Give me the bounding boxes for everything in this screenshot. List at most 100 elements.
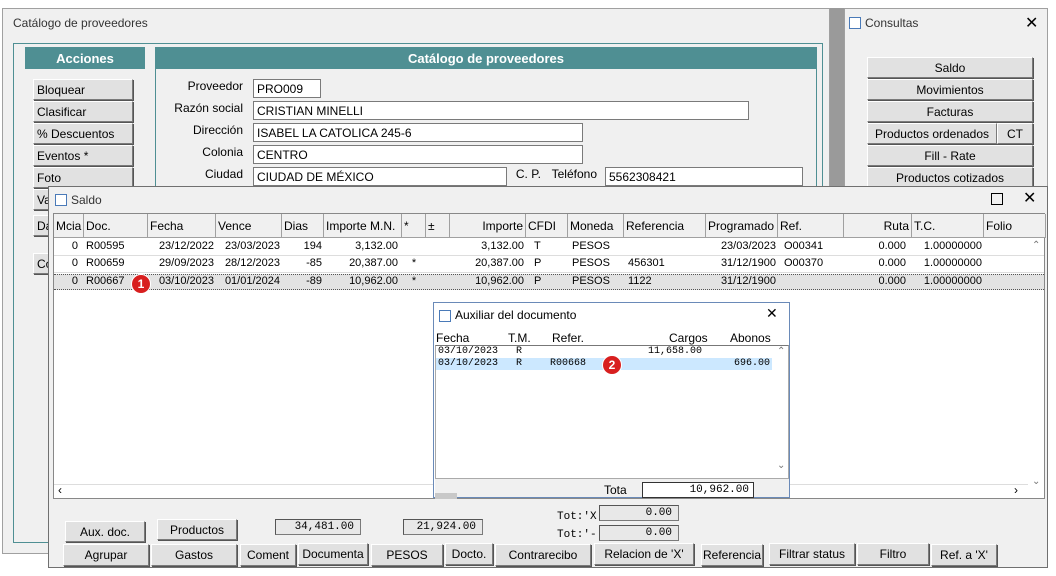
productos-button[interactable]: Productos xyxy=(157,519,237,540)
aux-row[interactable]: 03/10/2023 R 11,658.00 xyxy=(436,346,772,358)
consultas-title: Consultas xyxy=(865,16,919,30)
productos-ordenados-button[interactable]: Productos ordenados xyxy=(867,123,997,144)
aux-total-field: 10,962.00 xyxy=(642,482,754,498)
row-programado: 31/12/1900 xyxy=(720,257,776,269)
window-scrollbar[interactable] xyxy=(830,8,844,188)
col-header-dias[interactable]: Dias xyxy=(282,214,324,238)
col-header-moneda[interactable]: Moneda xyxy=(568,214,624,238)
col-header-referencia[interactable]: Referencia xyxy=(624,214,706,238)
aux-scroll-up-icon[interactable]: ⌃ xyxy=(777,346,785,357)
col-header-vence[interactable]: Vence xyxy=(216,214,282,238)
row-tc: 1.00000000 xyxy=(923,275,982,287)
action-foto-button[interactable]: Foto xyxy=(33,167,133,188)
filtrar-status-button[interactable]: Filtrar status xyxy=(769,543,855,565)
ciudad-field[interactable]: CIUDAD DE MÉXICO xyxy=(253,167,507,186)
aux-col-refer[interactable]: Refer. xyxy=(552,331,584,345)
proveedor-field[interactable]: PRO009 xyxy=(253,79,321,98)
aux-row-abonos: 696.00 xyxy=(733,358,770,369)
row-star: * xyxy=(411,257,417,269)
maximize-icon[interactable] xyxy=(991,193,1003,205)
col-header-ref[interactable]: Ref. xyxy=(778,214,844,238)
action-clasificar-button[interactable]: Clasificar xyxy=(33,101,133,122)
row-doc: R00659 xyxy=(86,257,125,269)
aux-row-fecha: 03/10/2023 xyxy=(438,358,499,369)
aux-doc-button[interactable]: Aux. doc. xyxy=(65,521,145,542)
col-header-importe-mn[interactable]: Importe M.N. xyxy=(324,214,402,238)
aux-vertical-scrollbar[interactable]: ⌃ ⌄ xyxy=(774,346,788,478)
row-tc: 1.00000000 xyxy=(923,240,982,252)
scroll-down-icon[interactable]: ⌄ xyxy=(1032,476,1040,487)
row-vence: 28/12/2023 xyxy=(224,257,280,269)
consultas-close-icon[interactable]: ✕ xyxy=(1025,13,1038,33)
col-header-plusminus[interactable]: ± xyxy=(426,214,450,238)
aux-col-cargos[interactable]: Cargos xyxy=(669,331,708,345)
table-row[interactable]: 0 R00595 23/12/2022 23/03/2023 194 3,132… xyxy=(54,240,1044,256)
col-header-programado[interactable]: Programado xyxy=(706,214,778,238)
ref-a-x-button[interactable]: Ref. a 'X' xyxy=(931,544,997,566)
pesos-button[interactable]: PESOS xyxy=(371,544,443,566)
table-row-selected[interactable]: 0 R00667 03/10/2023 01/01/2024 -89 10,96… xyxy=(54,274,1044,290)
scroll-up-icon[interactable]: ⌃ xyxy=(1032,240,1040,251)
colonia-field[interactable]: CENTRO xyxy=(253,145,583,164)
auxiliar-close-icon[interactable]: ✕ xyxy=(766,305,778,322)
movimientos-button[interactable]: Movimientos xyxy=(867,79,1033,100)
agrupar-button[interactable]: Agrupar xyxy=(63,544,149,566)
contrarecibo-button[interactable]: Contrarecibo xyxy=(495,544,591,566)
col-header-doc[interactable]: Doc. xyxy=(84,214,148,238)
aux-col-fecha[interactable]: Fecha xyxy=(436,331,469,345)
relacion-de-x-button[interactable]: Relacion de 'X' xyxy=(594,543,694,565)
action-descuentos-button[interactable]: % Descuentos xyxy=(33,123,133,144)
ct-button[interactable]: CT xyxy=(997,123,1033,144)
col-header-fecha[interactable]: Fecha xyxy=(148,214,216,238)
action-eventos-button[interactable]: Eventos * xyxy=(33,145,133,166)
annotation-badge-1: 1 xyxy=(131,274,151,294)
action-bloquear-button[interactable]: Bloquear xyxy=(33,79,133,100)
col-header-cfdi[interactable]: CFDI xyxy=(526,214,568,238)
row-referencia: 1122 xyxy=(628,275,652,287)
consultas-window-icon xyxy=(849,17,861,29)
referencia-button[interactable]: Referencia xyxy=(701,544,763,566)
row-ruta: 0.000 xyxy=(878,257,906,269)
row-programado: 23/03/2023 xyxy=(720,240,776,252)
scroll-right-icon[interactable]: › xyxy=(1014,483,1018,497)
acciones-header: Acciones xyxy=(25,47,145,69)
razon-social-field[interactable]: CRISTIAN MINELLI xyxy=(253,101,749,120)
col-header-importe[interactable]: Importe xyxy=(450,214,526,238)
gastos-button[interactable]: Gastos xyxy=(151,544,237,566)
col-header-tc[interactable]: T.C. xyxy=(912,214,984,238)
col-header-ruta[interactable]: Ruta xyxy=(844,214,912,238)
row-importe: 20,387.00 xyxy=(475,257,524,269)
row-cfdi: P xyxy=(534,257,542,269)
documenta-button[interactable]: Documenta xyxy=(298,543,368,565)
row-fecha: 03/10/2023 xyxy=(158,275,214,287)
col-header-mcia[interactable]: Mcia xyxy=(54,214,84,238)
facturas-button[interactable]: Facturas xyxy=(867,101,1033,122)
tot-minus-label: Tot:'- xyxy=(557,529,597,541)
vertical-scrollbar[interactable]: ⌃ ⌄ xyxy=(1028,240,1044,496)
colonia-label: Colonia xyxy=(202,145,243,159)
docto-button[interactable]: Docto. xyxy=(445,543,493,565)
telefono-field[interactable]: 5562308421 xyxy=(605,167,803,186)
row-importe-mn: 20,387.00 xyxy=(349,257,398,269)
aux-row-tm: R xyxy=(516,346,523,357)
aux-scroll-down-icon[interactable]: ⌄ xyxy=(777,460,785,471)
scroll-left-icon[interactable]: ‹ xyxy=(58,483,62,497)
auxiliar-window-icon xyxy=(439,310,451,322)
col-header-folio[interactable]: Folio xyxy=(984,214,1046,238)
aux-col-tm[interactable]: T.M. xyxy=(508,331,531,345)
saldo-close-icon[interactable]: ✕ xyxy=(1023,188,1036,208)
table-row[interactable]: 0 R00659 29/09/2023 28/12/2023 -85 20,38… xyxy=(54,257,1044,273)
row-mcia: 0 xyxy=(71,257,78,269)
filtro-button[interactable]: Filtro xyxy=(857,543,929,565)
row-importe-mn: 3,132.00 xyxy=(355,240,398,252)
coment-button[interactable]: Coment xyxy=(240,544,296,566)
saldo-button[interactable]: Saldo xyxy=(867,57,1033,78)
aux-col-abonos[interactable]: Abonos xyxy=(730,331,771,345)
fill-rate-button[interactable]: Fill - Rate xyxy=(867,145,1033,166)
ciudad-label: Ciudad xyxy=(204,167,243,181)
col-header-star[interactable]: * xyxy=(402,214,426,238)
productos-cotizados-button[interactable]: Productos cotizados xyxy=(867,167,1033,188)
tot-x-field: 0.00 xyxy=(599,505,679,521)
aux-footer-grip[interactable] xyxy=(435,493,457,499)
direccion-field[interactable]: ISABEL LA CATOLICA 245-6 xyxy=(253,123,583,142)
